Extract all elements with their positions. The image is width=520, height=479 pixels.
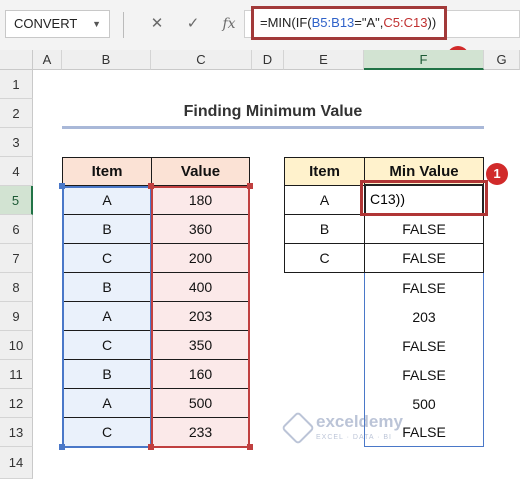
row-header-10[interactable]: 10 [0,331,33,360]
row-header-13[interactable]: 13 [0,418,33,447]
table2-item-cell[interactable]: B [284,215,365,244]
row-header-1[interactable]: 1 [0,70,33,99]
range-handle[interactable] [59,183,65,189]
min-value-cell[interactable]: FALSE [364,244,484,273]
spill-cell[interactable]: 203 [364,302,484,331]
range-handle[interactable] [148,183,154,189]
formula-range-items: B5:B13 [311,15,355,30]
watermark-name: exceldemy [316,412,403,431]
table2-item-cell[interactable]: C [284,244,365,273]
range-handle[interactable] [148,444,154,450]
name-box-value: CONVERT [14,16,78,31]
formula-prefix: =MIN(IF( [260,15,312,30]
fx-icon[interactable]: fx [216,10,242,38]
range-highlight-values [151,186,250,448]
row-header-8[interactable]: 8 [0,273,33,302]
name-box[interactable]: CONVERT ▼ [5,10,110,38]
exceldemy-logo-icon [281,411,315,445]
spill-cell[interactable]: FALSE [364,331,484,360]
range-highlight-items [62,186,152,448]
table1-header-item[interactable]: Item [62,157,152,186]
row-header-6[interactable]: 6 [0,215,33,244]
column-header-a[interactable]: A [33,50,62,70]
spill-cell[interactable]: FALSE [364,273,484,302]
formula-middle: ="A", [354,15,384,30]
title-underline [62,126,484,129]
column-header-b[interactable]: B [62,50,151,70]
column-header-e[interactable]: E [284,50,364,70]
spill-cell[interactable]: FALSE [364,360,484,389]
column-header-c[interactable]: C [151,50,252,70]
range-handle[interactable] [59,444,65,450]
watermark-tagline: EXCEL · DATA · BI [316,434,392,441]
chevron-down-icon[interactable]: ▼ [92,11,101,37]
table1-header-value[interactable]: Value [151,157,250,186]
enter-icon[interactable]: ✓ [180,10,206,38]
separator [123,12,124,38]
column-header-g[interactable]: G [484,50,520,70]
row-header-14[interactable]: 14 [0,447,33,479]
formula-suffix: )) [427,15,437,30]
table2-item-cell[interactable]: A [284,186,365,215]
table2-header-item[interactable]: Item [284,157,365,186]
step-badge-1: 1 [486,163,508,185]
min-value-cell[interactable]: FALSE [364,215,484,244]
row-header-9[interactable]: 9 [0,302,33,331]
active-cell-highlight [360,180,488,216]
formula-range-values: C5:C13 [383,15,428,30]
row-header-3[interactable]: 3 [0,128,33,157]
column-header-d[interactable]: D [252,50,284,70]
select-all-corner[interactable] [0,50,33,70]
sheet-title: Finding Minimum Value [183,103,363,120]
row-header-12[interactable]: 12 [0,389,33,418]
row-header-5[interactable]: 5 [0,186,33,215]
formula-input[interactable]: =MIN(IF(B5:B13="A",C5:C13)) [251,6,447,40]
column-header-f[interactable]: F [364,50,484,70]
range-handle[interactable] [247,183,253,189]
row-header-2[interactable]: 2 [0,99,33,128]
row-header-11[interactable]: 11 [0,360,33,389]
cancel-icon[interactable]: ✕ [144,10,170,38]
row-header-4[interactable]: 4 [0,157,33,186]
row-header-7[interactable]: 7 [0,244,33,273]
range-handle[interactable] [247,444,253,450]
